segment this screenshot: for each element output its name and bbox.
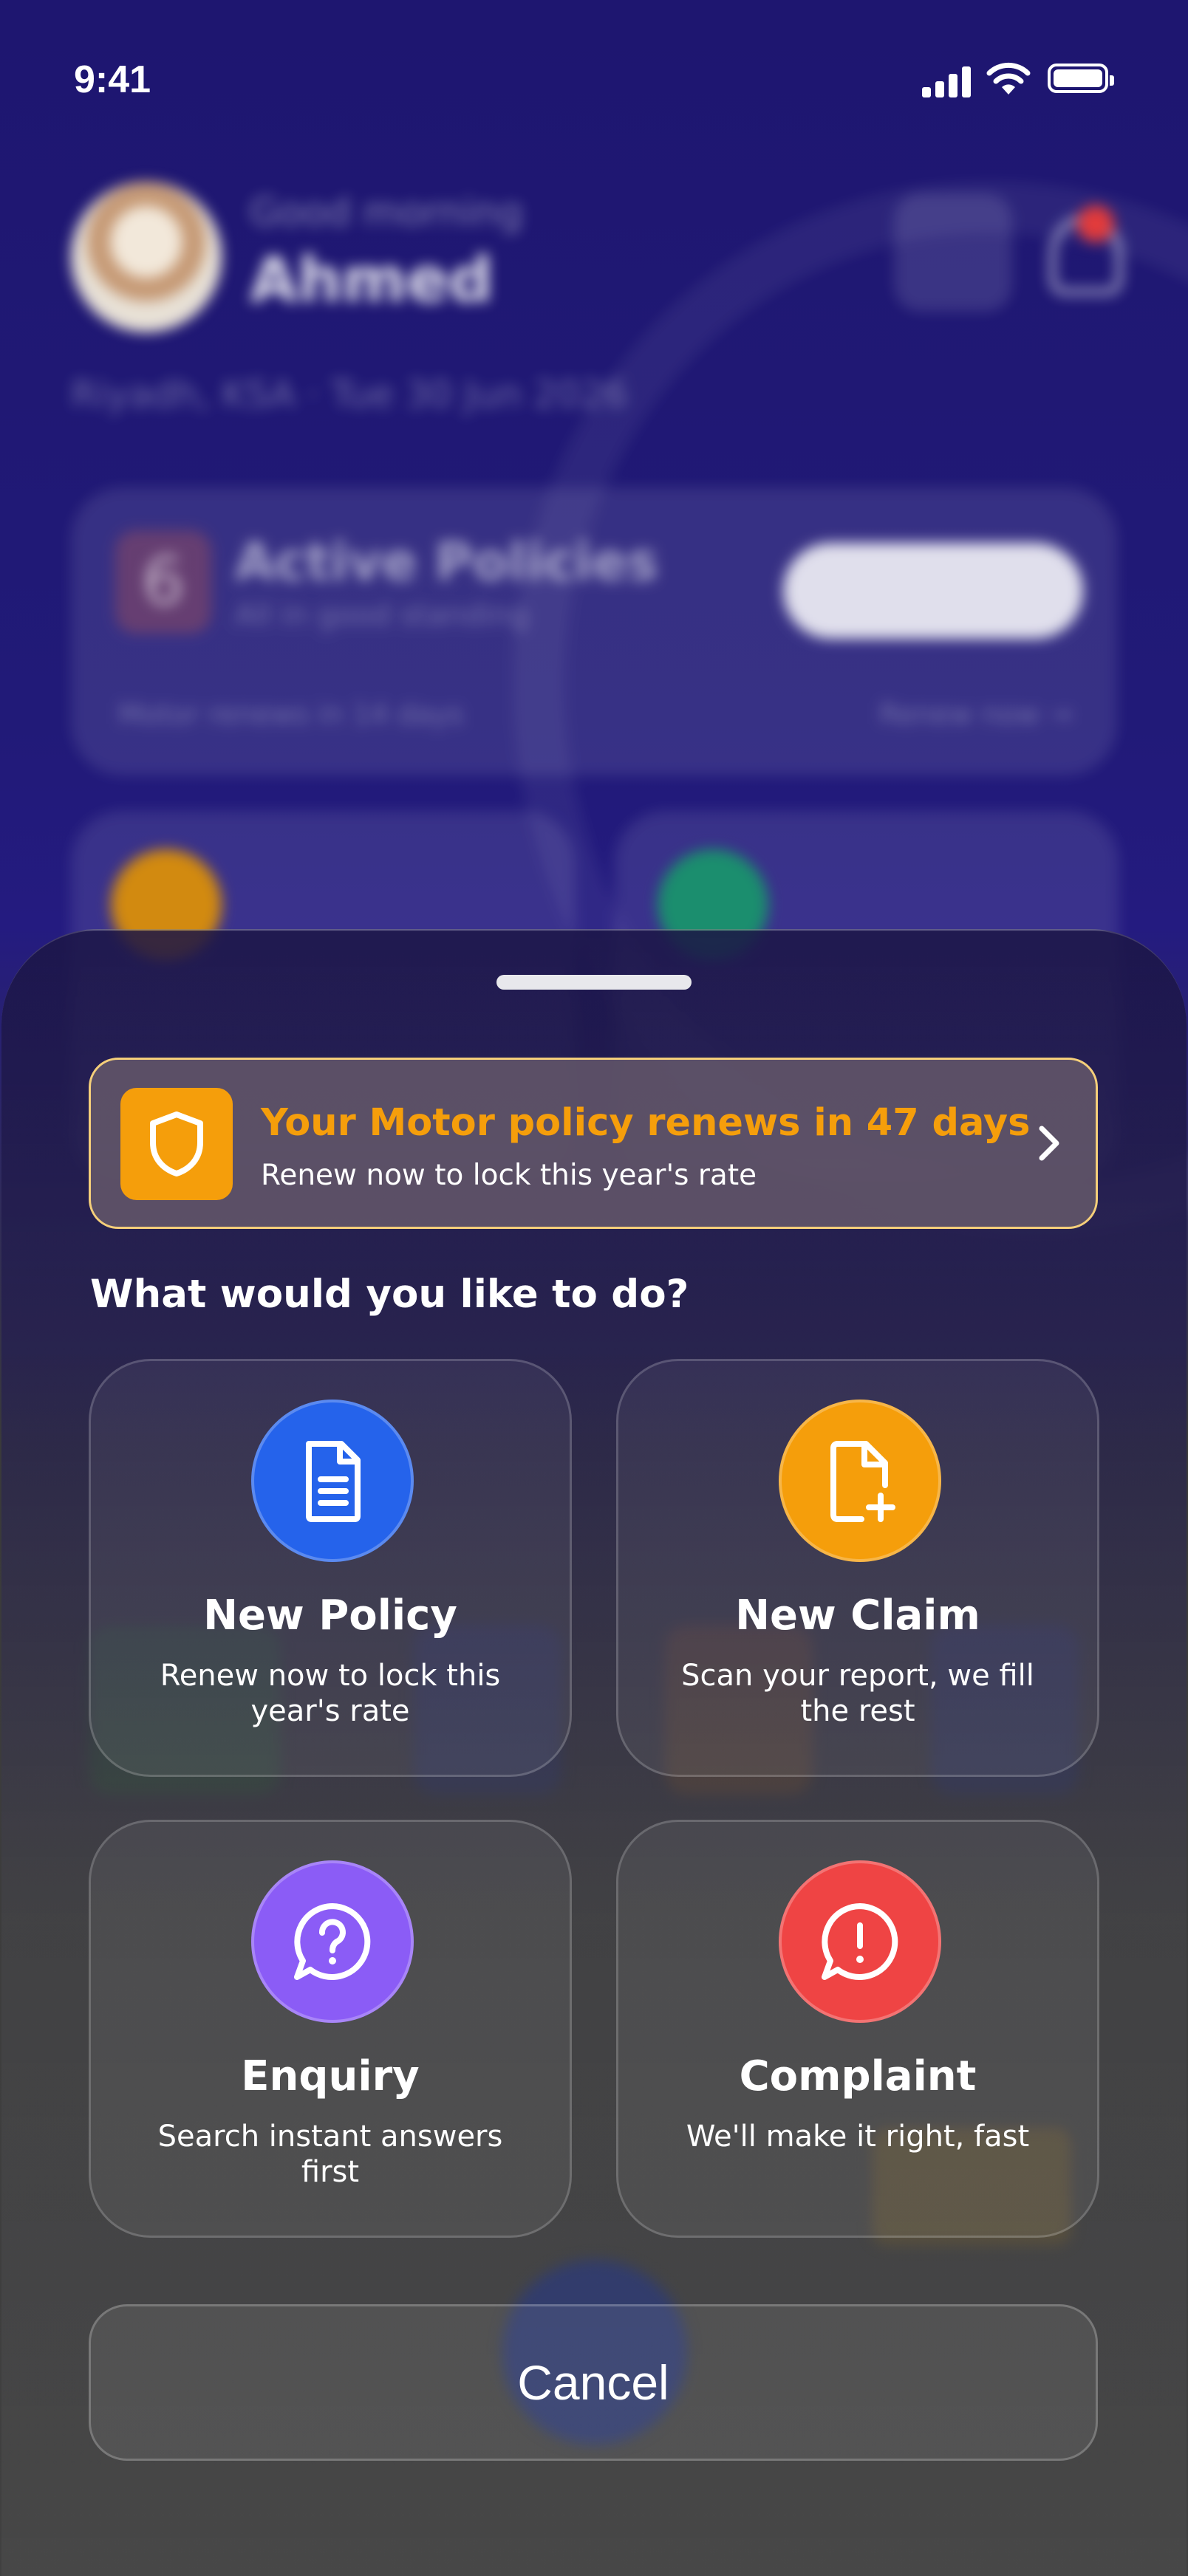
status-bar: 9:41: [0, 0, 1188, 148]
enquiry-button[interactable]: Enquiry Search instant answers first: [89, 1820, 572, 2238]
complaint-button[interactable]: Complaint We'll make it right, fast: [616, 1820, 1099, 2238]
tile-title: Enquiry: [241, 2052, 420, 2100]
avatar: [71, 182, 222, 332]
policies-title: Active Policies: [235, 532, 658, 592]
motor-renew-note: Motor renews in 14 days: [118, 698, 464, 730]
add-policy-button: [783, 543, 1083, 639]
alert-chat-icon: [779, 1860, 941, 2023]
screen: Good morning Ahmed Riyadh, KSA · Tue 30 …: [0, 0, 1188, 2576]
banner-subtitle: Renew now to lock this year's rate: [261, 1159, 757, 1192]
battery-icon: [1048, 64, 1114, 93]
section-heading: What would you like to do?: [90, 1272, 689, 1317]
shield-icon: [120, 1088, 233, 1200]
tile-title: New Claim: [735, 1592, 980, 1640]
new-policy-button[interactable]: New Policy Renew now to lock this year's…: [89, 1359, 572, 1777]
sheet-handle[interactable]: [496, 975, 692, 990]
new-claim-button[interactable]: New Claim Scan your report, we fill the …: [616, 1359, 1099, 1777]
chevron-right-icon: [1023, 1117, 1075, 1169]
renew-link: Renew now →: [879, 698, 1073, 730]
file-plus-icon: [779, 1400, 941, 1562]
tile-description: Search instant answers first: [157, 2120, 503, 2189]
question-chat-icon: [251, 1860, 414, 2023]
banner-title: Your Motor policy renews in 47 days: [261, 1101, 1031, 1145]
status-time: 9:41: [74, 58, 151, 101]
tile-title: New Policy: [203, 1592, 457, 1640]
location-date: Riyadh, KSA · Tue 30 Jun 2026: [71, 373, 628, 416]
user-name: Ahmed: [250, 244, 494, 316]
tile-description: Renew now to lock this year's rate: [160, 1659, 501, 1728]
globe-icon: [894, 193, 1012, 312]
renewal-banner[interactable]: Your Motor policy renews in 47 days Rene…: [89, 1058, 1098, 1229]
tile-description: We'll make it right, fast: [686, 2120, 1030, 2154]
greeting-text: Good morning: [250, 191, 523, 235]
wifi-icon: [986, 62, 1031, 95]
policies-subtitle: All in good standing: [235, 598, 529, 632]
tile-description: Scan your report, we fill the rest: [681, 1659, 1034, 1728]
tile-title: Complaint: [739, 2052, 977, 2100]
document-icon: [251, 1400, 414, 1562]
signal-icon: [922, 66, 971, 97]
policies-count: 6: [115, 530, 211, 634]
notification-badge: [1077, 205, 1114, 242]
cancel-button[interactable]: Cancel: [89, 2304, 1098, 2461]
